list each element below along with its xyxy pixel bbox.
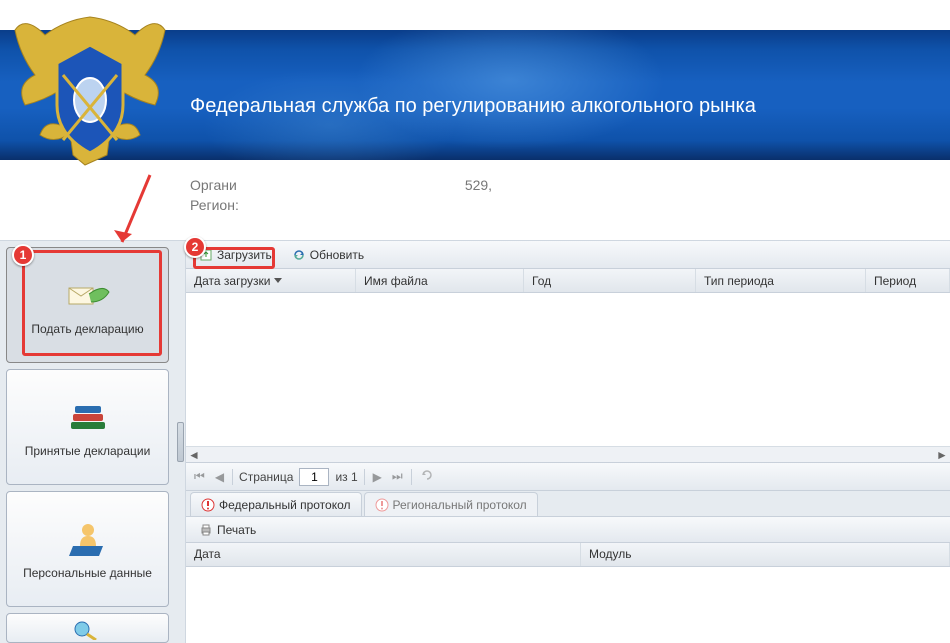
column-header-period[interactable]: Период (866, 269, 950, 292)
sidebar-item-label: Подать декларацию (31, 322, 143, 336)
pager-page-input[interactable] (299, 468, 329, 486)
grid-body: ◄ ► (186, 293, 950, 463)
pager-next-button[interactable]: ▶ (371, 470, 384, 484)
pager-first-button[interactable]: ⏮ (192, 469, 207, 484)
region-label: Регион: (190, 197, 239, 213)
sort-desc-icon (274, 278, 282, 283)
tab-federal-protocol[interactable]: Федеральный протокол (190, 492, 362, 516)
org-info: Органи 529, Регион: (190, 175, 493, 215)
scroll-right-icon[interactable]: ► (934, 448, 950, 462)
printer-icon (199, 523, 213, 537)
column-header-module[interactable]: Модуль (581, 543, 950, 566)
column-header-date[interactable]: Дата (186, 543, 581, 566)
protocol-grid-body (186, 567, 950, 643)
alert-icon (375, 498, 389, 512)
annotation-badge-2: 2 (184, 236, 206, 258)
column-header-file-name[interactable]: Имя файла (356, 269, 524, 292)
refresh-button[interactable]: Обновить (285, 245, 371, 265)
grid-header: Дата загрузки Имя файла Год Тип периода … (186, 269, 950, 293)
pager-of-label: из 1 (335, 470, 357, 484)
pager: ⏮ ◀ Страница из 1 ▶ ⏭ (186, 463, 950, 491)
splitter-handle[interactable] (175, 241, 185, 643)
sidebar-item-label: Принятые декларации (25, 444, 151, 458)
books-icon (63, 396, 113, 438)
main-toolbar: Загрузить Обновить (186, 241, 950, 269)
page-title: Федеральная служба по регулированию алко… (190, 95, 756, 118)
pager-prev-button[interactable]: ◀ (213, 470, 226, 484)
protocol-toolbar: Печать (186, 517, 950, 543)
agency-crest-icon (5, 5, 175, 185)
annotation-badge-1: 1 (12, 244, 34, 266)
pager-last-button[interactable]: ⏭ (390, 469, 405, 484)
column-header-period-type[interactable]: Тип периода (696, 269, 866, 292)
org-tail: 529, (465, 177, 492, 193)
alert-icon (201, 498, 215, 512)
sidebar-item-label: Персональные данные (23, 566, 152, 580)
protocol-grid-header: Дата Модуль (186, 543, 950, 567)
scroll-left-icon[interactable]: ◄ (186, 448, 202, 462)
tab-regional-protocol[interactable]: Региональный протокол (364, 492, 538, 516)
column-header-year[interactable]: Год (524, 269, 696, 292)
column-header-load-date[interactable]: Дата загрузки (186, 269, 356, 292)
refresh-icon (420, 468, 434, 482)
sidebar: Подать декларацию Принятые декларации Пе… (0, 241, 175, 643)
sidebar-item-extra[interactable] (6, 613, 169, 643)
horizontal-scrollbar[interactable]: ◄ ► (186, 446, 950, 462)
protocol-tabs: Федеральный протокол Региональный проток… (186, 491, 950, 517)
person-folder-icon (63, 518, 113, 560)
print-button[interactable]: Печать (192, 520, 263, 540)
sidebar-item-personal-data[interactable]: Персональные данные (6, 491, 169, 607)
pager-page-label: Страница (239, 470, 293, 484)
magnifier-icon (63, 618, 113, 640)
org-label: Органи (190, 177, 237, 193)
sidebar-item-accepted-declarations[interactable]: Принятые декларации (6, 369, 169, 485)
refresh-icon (292, 248, 306, 262)
envelope-hand-icon (63, 274, 113, 316)
pager-refresh-button[interactable] (418, 468, 436, 485)
